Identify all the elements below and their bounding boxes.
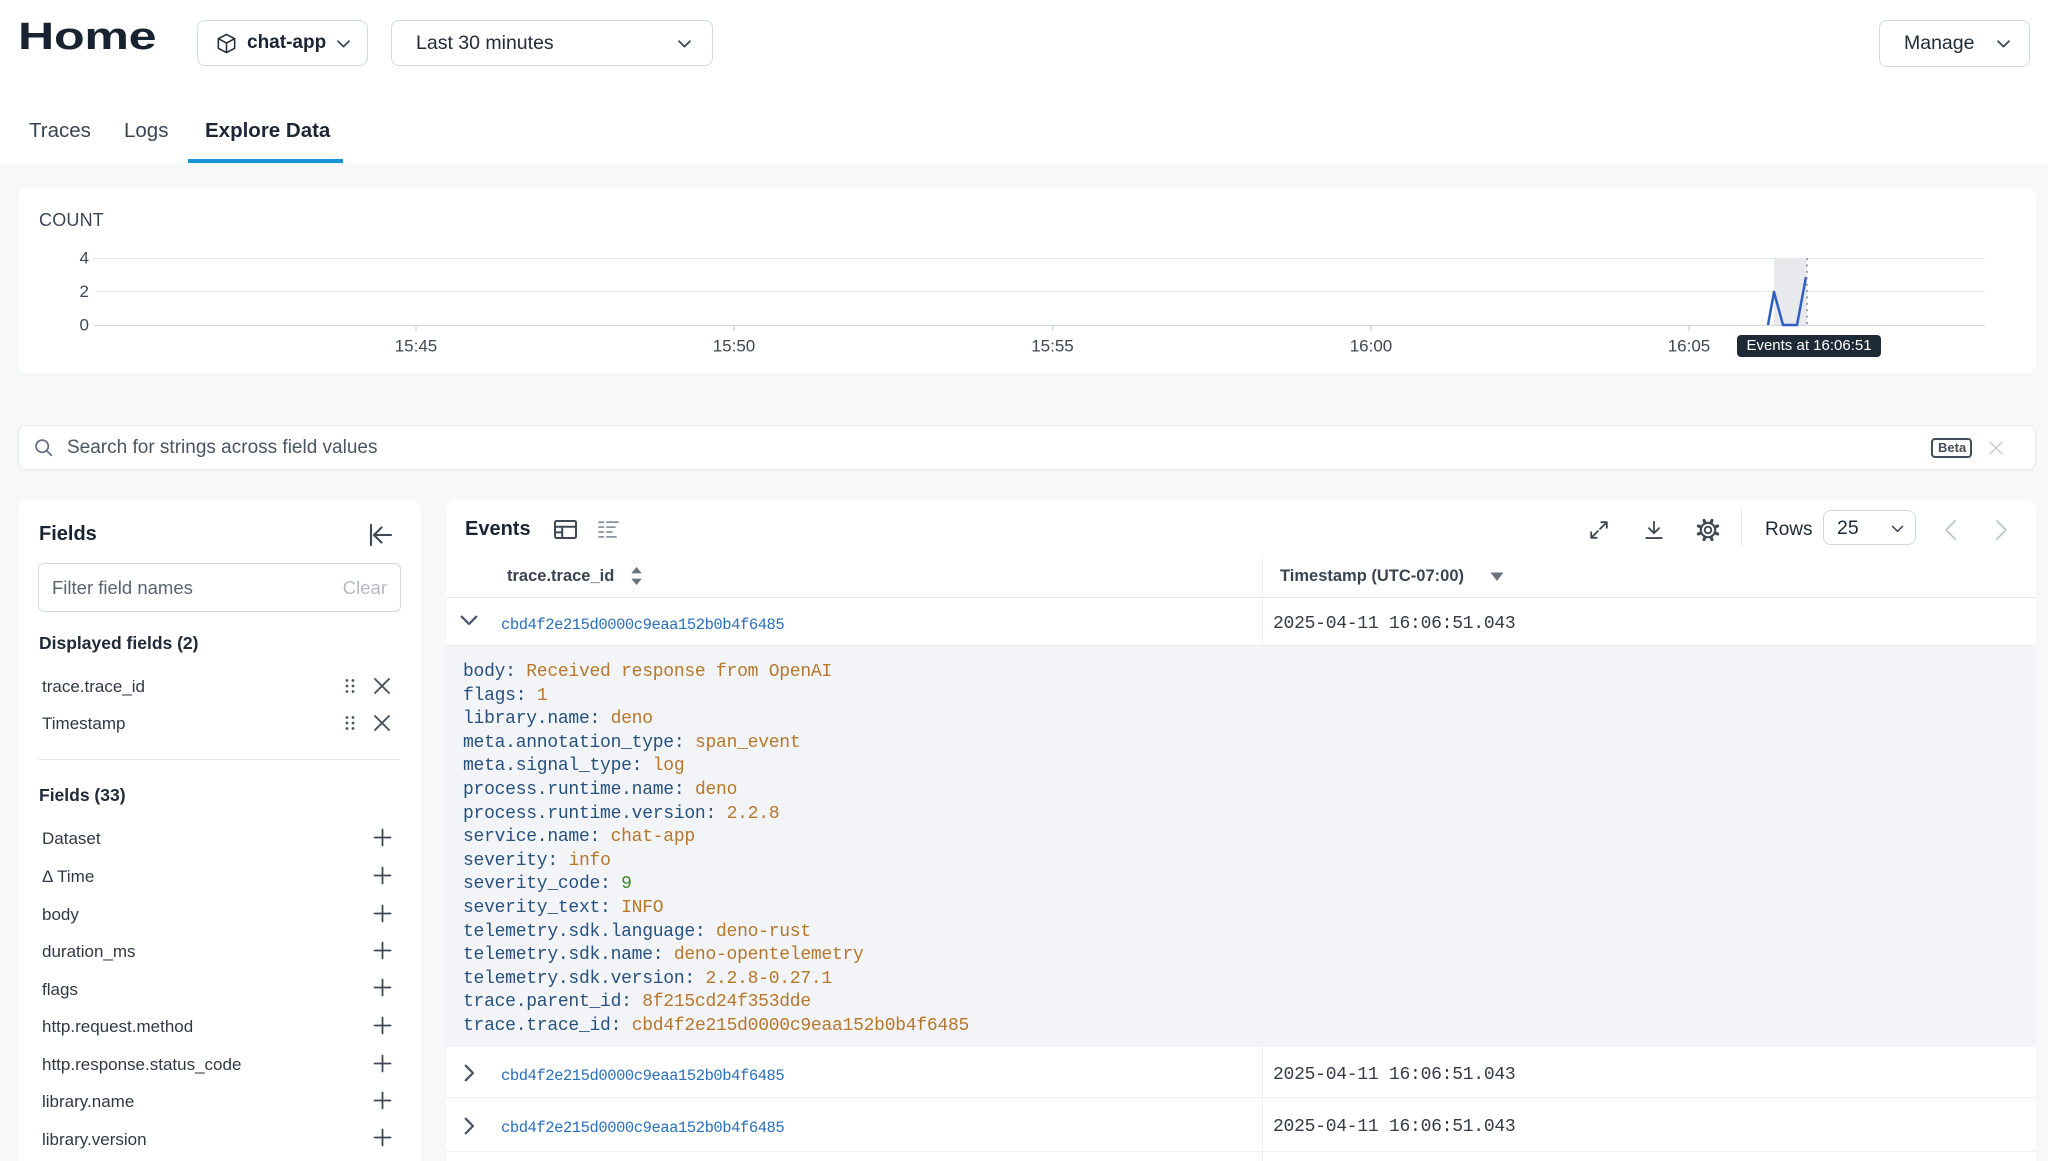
svg-text:15:50: 15:50: [713, 337, 756, 356]
svg-text:4: 4: [80, 249, 89, 268]
svg-text:15:45: 15:45: [395, 337, 438, 356]
svg-text:16:00: 16:00: [1350, 337, 1393, 356]
svg-text:16:05: 16:05: [1668, 337, 1711, 356]
svg-text:15:55: 15:55: [1031, 337, 1074, 356]
svg-text:0: 0: [80, 316, 89, 335]
svg-text:2: 2: [80, 282, 89, 301]
